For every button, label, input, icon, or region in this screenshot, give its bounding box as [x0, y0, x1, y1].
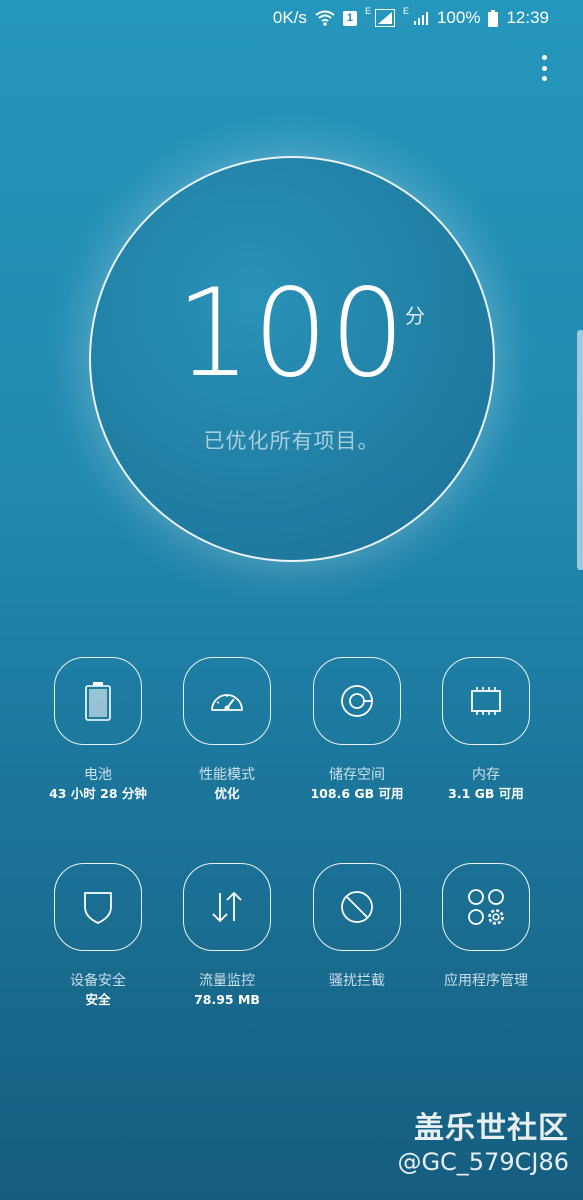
- tile-data-monitor[interactable]: 流量监控 78.95 MB: [162, 863, 292, 1009]
- tile-value: 安全: [85, 992, 111, 1007]
- battery-percent: 100%: [436, 8, 481, 27]
- watermark-user: @GC_579CJ86: [397, 1148, 569, 1176]
- shield-icon: [82, 889, 114, 925]
- tile-call-blocking[interactable]: 骚扰拦截: [292, 863, 422, 991]
- block-icon: [339, 889, 375, 925]
- signal-icon: [374, 9, 395, 27]
- tile-call-blocking-button[interactable]: [313, 863, 401, 951]
- tile-storage[interactable]: 储存空间 108.6 GB 可用: [292, 657, 422, 803]
- tile-device-security[interactable]: 设备安全 安全: [33, 863, 163, 1009]
- watermark-brand: 盖乐世社区: [414, 1111, 569, 1146]
- tile-label: 储存空间: [329, 767, 385, 783]
- tile-battery-button[interactable]: [54, 657, 142, 745]
- network-type-label-2: E: [402, 6, 409, 16]
- tile-data-monitor-button[interactable]: [183, 863, 271, 951]
- memory-chip-icon: [467, 685, 505, 717]
- tile-memory[interactable]: 内存 3.1 GB 可用: [421, 657, 551, 803]
- tile-label: 内存: [472, 767, 500, 783]
- score-value: 100: [175, 261, 408, 405]
- tile-memory-button[interactable]: [442, 657, 530, 745]
- clock: 12:39: [506, 8, 549, 27]
- apps-gear-icon: [465, 886, 507, 928]
- tile-device-security-button[interactable]: [54, 863, 142, 951]
- battery-status-icon: [488, 9, 499, 27]
- tile-app-management[interactable]: 应用程序管理: [421, 863, 551, 991]
- network-type-label: E: [364, 6, 371, 16]
- tile-label: 骚扰拦截: [329, 973, 385, 989]
- status-icons: 0K/s 1 E E 100% 12:39: [272, 6, 549, 28]
- tile-storage-button[interactable]: [313, 657, 401, 745]
- tile-label: 性能模式: [199, 767, 255, 783]
- tile-value: 108.6 GB 可用: [310, 786, 404, 801]
- status-bar: 0K/s 1 E E 100% 12:39: [0, 0, 583, 36]
- tile-value: 优化: [214, 786, 240, 801]
- more-options-icon[interactable]: [539, 55, 549, 81]
- score-subtitle: 已优化所有项目。: [203, 429, 380, 453]
- sim-badge: 1: [342, 10, 357, 26]
- network-speed: 0K/s: [272, 8, 307, 27]
- signal-icon-2: [413, 10, 429, 26]
- tile-value: 43 小时 28 分钟: [49, 786, 147, 801]
- tile-value: 78.95 MB: [194, 992, 260, 1007]
- tile-label: 应用程序管理: [444, 973, 528, 989]
- tile-label: 电池: [84, 767, 112, 783]
- score-unit: 分: [405, 304, 425, 328]
- tile-performance-mode[interactable]: 性能模式 优化: [162, 657, 292, 803]
- wifi-icon: [315, 10, 335, 26]
- speedometer-icon: [208, 686, 246, 716]
- tile-battery[interactable]: 电池 43 小时 28 分钟: [33, 657, 163, 803]
- tile-value: 3.1 GB 可用: [448, 786, 524, 801]
- tile-performance-mode-button[interactable]: [183, 657, 271, 745]
- data-transfer-icon: [208, 890, 246, 924]
- tile-label: 设备安全: [70, 973, 126, 989]
- tile-label: 流量监控: [199, 973, 255, 989]
- tile-app-management-button[interactable]: [442, 863, 530, 951]
- battery-icon: [83, 681, 113, 721]
- storage-disc-icon: [339, 683, 375, 719]
